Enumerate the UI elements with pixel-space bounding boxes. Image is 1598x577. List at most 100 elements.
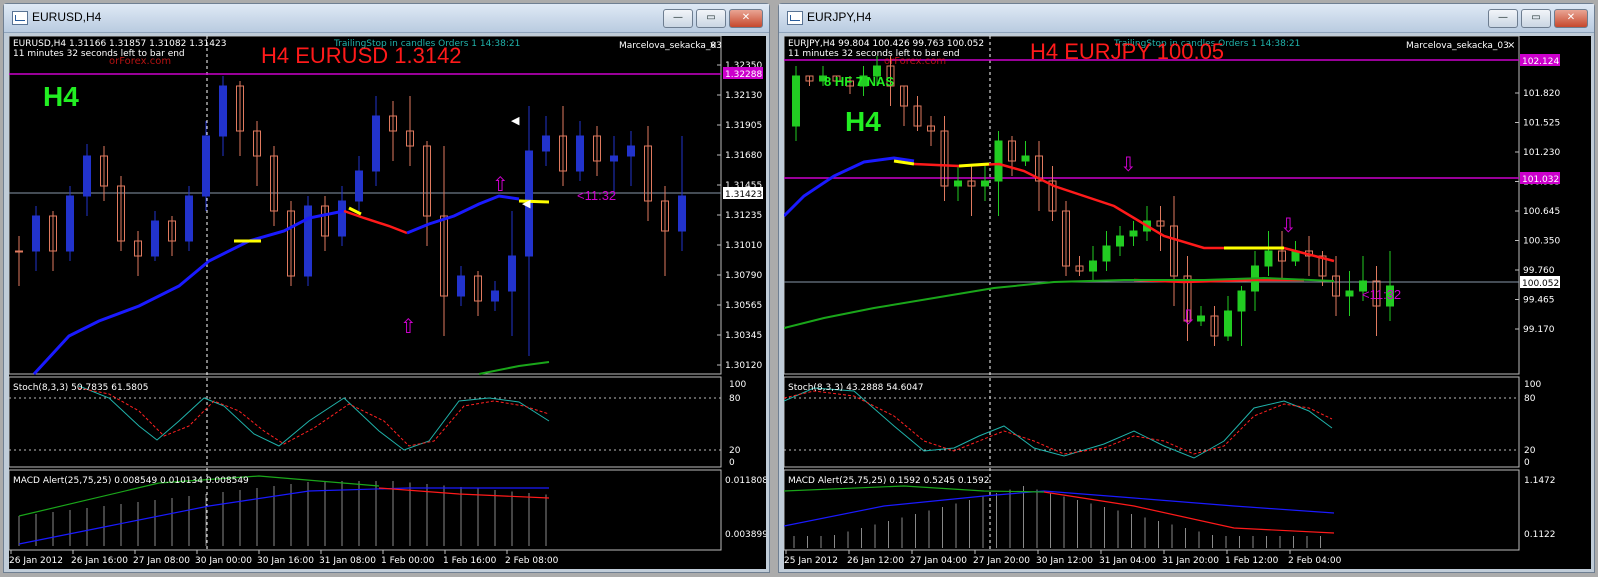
price-tick: 1.30565 — [725, 301, 762, 311]
ma-line — [784, 485, 1045, 493]
chart-window-icon — [787, 11, 803, 25]
stoch-tick: 100 — [1524, 380, 1541, 390]
candle — [1345, 290, 1354, 297]
close-button[interactable]: ✕ — [1554, 9, 1588, 28]
candle — [981, 180, 989, 187]
candle — [355, 170, 363, 202]
stoch-signal-line — [784, 390, 1333, 455]
price-tick: 1.31905 — [725, 121, 762, 131]
candle — [219, 85, 227, 137]
macd-tick: 0.1122 — [1524, 530, 1556, 540]
time-tick: 27 Jan 04:00 — [910, 556, 967, 566]
countdown-label: <11:32 — [577, 188, 616, 203]
candle — [457, 275, 465, 297]
time-axis: 26 Jan 2012 26 Jan 16:00 27 Jan 08:00 30 Ja… — [9, 550, 559, 566]
candle — [792, 75, 800, 127]
minimize-button[interactable]: — — [663, 9, 693, 28]
eurusd-chart-svg[interactable]: ⇧ ⇧ ◀ ◀ 1.323501.321301.319051.316801.31… — [9, 36, 766, 569]
level-price-value: 1.32288 — [725, 70, 762, 80]
candle — [1264, 250, 1273, 267]
chart-area[interactable]: ⇩ ⇩ ⇩ 101.820101.525101.230100.935100.64… — [784, 36, 1591, 569]
candle — [1116, 235, 1124, 247]
candle — [576, 135, 584, 172]
candle — [994, 140, 1003, 182]
candle — [202, 135, 210, 197]
time-tick: 2 Feb 08:00 — [505, 556, 559, 566]
candle — [954, 180, 962, 187]
price-tick: 101.525 — [1523, 119, 1560, 129]
price-tick: 101.230 — [1523, 148, 1560, 158]
stoch-tick: 100 — [729, 380, 746, 390]
buy-arrow-icon: ⇧ — [492, 172, 509, 196]
ma-line — [784, 490, 1335, 527]
window-eurjpy[interactable]: EURJPY,H4 — ▭ ✕ ⇩ ⇩ ⇩ 101.820 101.525 101.… — [778, 3, 1595, 573]
candle — [66, 195, 74, 252]
level-price-value: 101.032 — [1522, 175, 1559, 185]
window-title: EURJPY,H4 — [807, 10, 872, 24]
maximize-button[interactable]: ▭ — [1521, 9, 1551, 28]
candle — [1129, 230, 1138, 237]
candle — [15, 250, 23, 253]
watermark: orForex.com — [884, 56, 946, 67]
big-price-label: H4 EURUSD 1.3142 — [261, 43, 462, 68]
symbol-info: EURUSD,H4 1.31166 1.31857 1.31082 1.3142… — [13, 39, 226, 49]
ma-line — [78, 385, 550, 451]
sell-arrow-icon: ⇩ — [1120, 152, 1137, 176]
window-title: EURUSD,H4 — [32, 10, 102, 24]
candle — [627, 145, 635, 157]
time-tick: 25 Jan 2012 — [784, 556, 838, 566]
macd-tick: 0.011808 — [725, 476, 766, 486]
candle — [491, 290, 499, 302]
order-marker-icon: ◀ — [522, 197, 531, 210]
buy-arrow-icon: ⇧ — [400, 314, 417, 338]
timeframe-label: H4 — [845, 106, 881, 137]
arrows-group: ⇧ ⇧ ◀ ◀ — [400, 114, 531, 338]
timeframe-label: H4 — [43, 81, 79, 112]
big-price-label: H4 EURJPY 100.05 — [1030, 39, 1224, 64]
minimize-button[interactable]: — — [1488, 9, 1518, 28]
expert-close-icon[interactable]: × — [709, 40, 717, 51]
price-tick: 1.32130 — [725, 91, 762, 101]
time-tick: 26 Jan 2012 — [9, 556, 63, 566]
chart-area[interactable]: ⇧ ⇧ ◀ ◀ 1.32350 1.32130 1.31905 1.31680 1.31… — [9, 36, 766, 569]
price-tick: 99.465 — [1523, 296, 1555, 306]
window-titlebar[interactable]: EURJPY,H4 — ▭ ✕ — [779, 4, 1594, 33]
candle — [542, 135, 550, 152]
time-tick: 27 Jan 08:00 — [133, 556, 190, 566]
candle — [1089, 260, 1097, 272]
price-tick: 100.350 — [1523, 237, 1560, 247]
price-tick: 1.30345 — [725, 331, 762, 341]
candle — [1224, 310, 1232, 337]
price-tick: 1.31680 — [725, 151, 762, 161]
stochastic-lines — [78, 385, 550, 451]
window-titlebar[interactable]: EURUSD,H4 — ▭ ✕ — [4, 4, 769, 33]
candle — [83, 155, 91, 197]
price-axis: 1.323501.321301.319051.316801.314551.312… — [717, 61, 762, 371]
current-price-value: 100.052 — [1522, 279, 1559, 289]
price-tick: 1.31235 — [725, 211, 762, 221]
time-tick: 2 Feb 04:00 — [1288, 556, 1342, 566]
ma-line — [1043, 491, 1335, 534]
note-label: 8 HF 7 NAS — [824, 74, 894, 89]
candle — [185, 195, 193, 242]
maximize-button[interactable]: ▭ — [696, 9, 726, 28]
eurjpy-chart-svg[interactable]: ⇩ ⇩ ⇩ 101.820101.525101.230100.935100.64… — [784, 36, 1591, 569]
level-price-value: 102.124 — [1522, 57, 1559, 67]
candle — [372, 115, 380, 172]
stoch-tick: 0 — [1524, 458, 1530, 468]
stoch-label: Stoch(8,3,3) 50.7835 61.5805 — [13, 383, 148, 393]
stoch-label: Stoch(8,3,3) 43.2888 54.6047 — [788, 383, 923, 393]
price-panel-border — [9, 36, 722, 375]
price-tick: 1.30120 — [725, 361, 762, 371]
stoch-tick: 20 — [1524, 446, 1536, 456]
time-tick: 26 Jan 12:00 — [847, 556, 904, 566]
expert-name: Marcelova_sekacka_03 — [619, 41, 722, 51]
time-tick: 31 Jan 08:00 — [319, 556, 376, 566]
window-eurusd[interactable]: EURUSD,H4 — ▭ ✕ ⇧ ⇧ ◀ ◀ 1.32350 1.32130 … — [3, 3, 770, 573]
candle — [151, 220, 159, 257]
expert-close-icon[interactable]: × — [1507, 40, 1515, 51]
candle — [678, 195, 686, 232]
price-axis: 101.820101.525101.230100.935100.645100.3… — [1515, 89, 1560, 335]
candle — [338, 200, 346, 237]
close-button[interactable]: ✕ — [729, 9, 763, 28]
